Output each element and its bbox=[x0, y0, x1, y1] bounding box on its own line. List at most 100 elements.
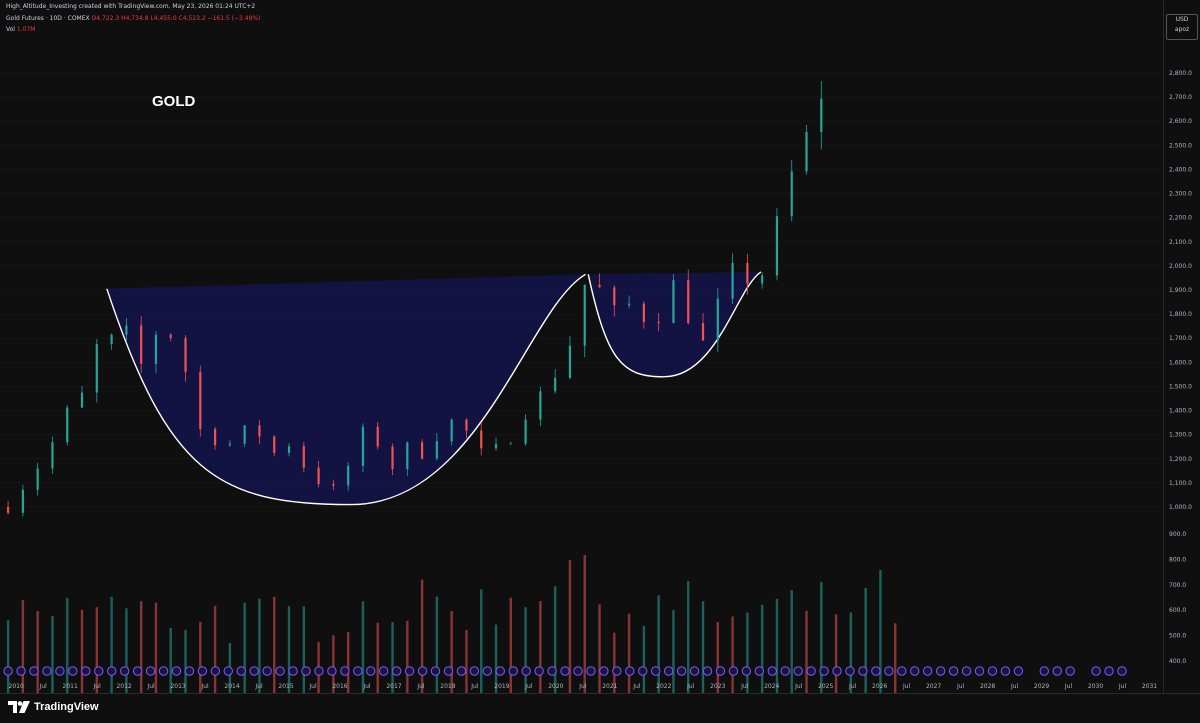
volume-bar bbox=[805, 610, 808, 693]
time-tick-label: 2024 bbox=[764, 683, 779, 690]
volume-label: Vol bbox=[6, 26, 15, 33]
candle-body bbox=[820, 98, 823, 132]
candle-body bbox=[213, 429, 217, 446]
dividend-marker-icon bbox=[1117, 666, 1127, 676]
candle-body bbox=[6, 507, 10, 513]
dividend-marker-icon bbox=[638, 666, 648, 676]
volume-bar bbox=[539, 601, 542, 693]
volume-value: 1.07M bbox=[16, 26, 36, 33]
dividend-marker-icon bbox=[42, 666, 52, 676]
dividend-marker-icon bbox=[197, 666, 208, 676]
volume-bar bbox=[731, 616, 734, 693]
volume-bar bbox=[450, 611, 453, 693]
dividend-marker-icon bbox=[417, 666, 428, 676]
tradingview-logo[interactable]: TradingView bbox=[8, 701, 99, 713]
time-tick-label: Jul bbox=[416, 683, 425, 690]
candle-body bbox=[568, 345, 572, 378]
candle-body bbox=[701, 323, 705, 341]
time-tick-label: 2015 bbox=[278, 683, 293, 690]
time-tick-label: Jul bbox=[686, 683, 695, 690]
candle-body bbox=[657, 322, 660, 323]
dividend-marker-icon bbox=[94, 666, 104, 676]
dividend-marker-icon bbox=[961, 666, 972, 676]
dividend-marker-icon bbox=[3, 666, 13, 676]
volume-bar bbox=[642, 625, 646, 693]
time-tick-label: Jul bbox=[1118, 683, 1127, 690]
time-tick-label: 2030 bbox=[1088, 683, 1103, 690]
time-tick-label: 2028 bbox=[980, 683, 995, 690]
candle-body bbox=[287, 446, 291, 453]
dividend-marker-icon bbox=[482, 666, 493, 676]
candle-body bbox=[125, 325, 128, 335]
author-watermark: High_Altitude_Investing created with Tra… bbox=[6, 3, 256, 10]
volume-bar bbox=[361, 601, 365, 693]
volume-bar bbox=[760, 604, 764, 693]
time-axis-labels: 2010 Jul 2011 Jul 2012 Jul 2013 Jul 2014 Jul 2015 J… bbox=[9, 683, 1158, 690]
dividend-marker-icon bbox=[534, 666, 544, 676]
time-tick-label: 2013 bbox=[170, 683, 185, 690]
time-tick-label: Jul bbox=[93, 683, 102, 690]
cup-and-handle-pattern bbox=[106, 271, 762, 506]
cup-fill bbox=[106, 274, 586, 505]
dividend-marker-icon bbox=[456, 666, 467, 676]
time-tick-label: Jul bbox=[362, 683, 371, 690]
candle-body bbox=[790, 171, 793, 217]
tradingview-logo-icon bbox=[8, 701, 30, 713]
dividend-marker-icon bbox=[210, 666, 221, 676]
time-tick-label: 2016 bbox=[332, 683, 347, 690]
time-tick-label: 2023 bbox=[710, 683, 725, 690]
volume-bar bbox=[775, 598, 779, 693]
currency-selector[interactable]: USD apoz bbox=[1166, 14, 1198, 40]
volume-bar bbox=[258, 598, 261, 693]
volume-legend[interactable]: Vol 1.07M bbox=[6, 26, 35, 33]
symbol-legend[interactable]: Gold Futures · 10D · COMEX O4,722.3 H4,7… bbox=[6, 15, 260, 22]
candle-body bbox=[420, 442, 424, 459]
dividend-marker-icon bbox=[663, 666, 674, 676]
volume-bar bbox=[746, 612, 749, 693]
dividend-marker-icon bbox=[301, 666, 311, 676]
dividend-marker-icon bbox=[1000, 666, 1011, 676]
candle-body bbox=[199, 371, 202, 430]
price-axis-panel[interactable] bbox=[1163, 0, 1200, 693]
dividend-marker-icon bbox=[676, 666, 687, 676]
dividend-marker-icon bbox=[521, 666, 531, 676]
dividend-marker-icon bbox=[767, 666, 777, 676]
candle-body bbox=[642, 303, 645, 323]
candle-body bbox=[332, 484, 335, 486]
dividend-marker-icon bbox=[68, 666, 78, 676]
volume-bar bbox=[834, 614, 838, 693]
dividend-marker-icon bbox=[171, 666, 182, 676]
time-tick-label: Jul bbox=[308, 683, 317, 690]
time-tick-label: Jul bbox=[200, 683, 209, 690]
volume-bar bbox=[406, 620, 409, 693]
candle-body bbox=[302, 446, 305, 468]
candle-body bbox=[627, 303, 631, 306]
candle-body bbox=[36, 468, 39, 490]
candle-body bbox=[613, 287, 616, 306]
candle-body bbox=[524, 419, 527, 444]
dividend-marker-icon bbox=[262, 666, 272, 676]
dividend-marker-icon bbox=[845, 666, 855, 676]
candle-body bbox=[539, 391, 542, 420]
chart-annotation-title[interactable]: GOLD bbox=[152, 93, 195, 110]
dividend-marker-icon bbox=[1013, 666, 1024, 676]
dividend-marker-icon bbox=[55, 666, 65, 676]
dividend-marker-icon bbox=[858, 666, 868, 676]
dividend-marker-icon bbox=[275, 666, 285, 676]
time-tick-label: 2026 bbox=[872, 683, 887, 690]
dividend-marker-icon bbox=[741, 666, 752, 676]
volume-bar bbox=[864, 588, 867, 693]
dividend-marker-icon bbox=[832, 666, 842, 676]
dividend-marker-icon bbox=[379, 666, 389, 676]
volume-bar bbox=[125, 608, 128, 693]
volume-bar bbox=[110, 596, 113, 693]
time-tick-label: 2012 bbox=[116, 683, 131, 690]
candle-body bbox=[598, 284, 601, 288]
time-tick-label: 2029 bbox=[1034, 683, 1049, 690]
volume-bar bbox=[213, 605, 217, 693]
dividend-marker-icon bbox=[702, 666, 713, 676]
candle-body bbox=[761, 275, 764, 284]
dividend-marker-icon bbox=[404, 666, 415, 676]
dividend-marker-icon bbox=[81, 666, 91, 676]
dividend-marker-icon bbox=[288, 666, 298, 676]
